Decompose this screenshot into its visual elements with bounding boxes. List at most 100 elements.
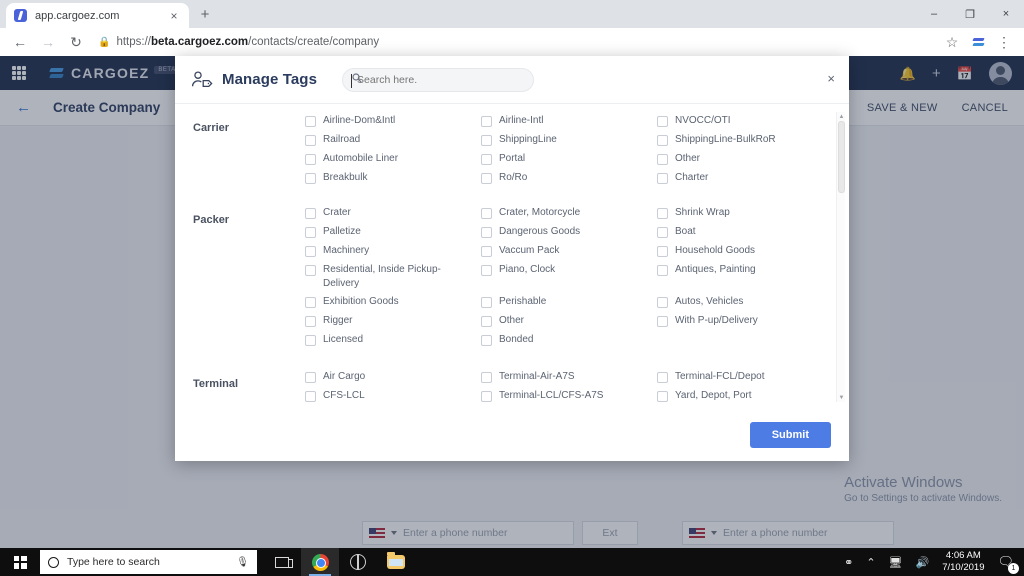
checkbox[interactable] [657, 173, 668, 184]
submit-button[interactable]: Submit [749, 421, 831, 448]
checkbox[interactable] [657, 265, 668, 276]
checkbox[interactable] [657, 297, 668, 308]
checkbox[interactable] [305, 391, 316, 402]
reload-icon[interactable]: ↻ [64, 30, 88, 54]
checkbox[interactable] [305, 372, 316, 383]
bookmark-star-icon[interactable]: ☆ [940, 30, 964, 54]
checkbox-row[interactable]: Perishable [481, 295, 657, 314]
checkbox[interactable] [305, 154, 316, 165]
checkbox[interactable] [657, 135, 668, 146]
checkbox[interactable] [481, 297, 492, 308]
chevron-up-icon[interactable]: ⌃ [866, 556, 875, 569]
checkbox-row[interactable]: Autos, Vehicles [657, 295, 833, 314]
checkbox-row[interactable]: Crater, Motorcycle [481, 206, 657, 225]
checkbox[interactable] [305, 173, 316, 184]
checkbox[interactable] [657, 391, 668, 402]
volume-icon[interactable]: 🔊 [916, 556, 930, 569]
dialog-scrollbar[interactable]: ▲ ▼ [836, 112, 845, 402]
checkbox-row[interactable]: Exhibition Goods [305, 295, 481, 314]
checkbox[interactable] [305, 335, 316, 346]
checkbox[interactable] [481, 246, 492, 257]
checkbox-row[interactable]: Licensed [305, 333, 481, 352]
checkbox[interactable] [481, 116, 492, 127]
start-button[interactable] [0, 548, 40, 576]
checkbox[interactable] [481, 154, 492, 165]
extension-icon[interactable] [966, 30, 990, 54]
checkbox-row[interactable]: Terminal-FCL/Depot [657, 370, 833, 389]
checkbox-row[interactable]: Other [657, 152, 833, 171]
checkbox-row[interactable]: Boat [657, 225, 833, 244]
checkbox-row[interactable]: Bonded [481, 333, 657, 352]
chrome-taskbar-button[interactable] [301, 548, 339, 576]
new-tab-button[interactable]: + [196, 6, 214, 24]
checkbox[interactable] [305, 116, 316, 127]
checkbox[interactable] [305, 246, 316, 257]
checkbox[interactable] [481, 208, 492, 219]
forward-icon[interactable]: → [36, 30, 60, 54]
checkbox-row[interactable]: Vaccum Pack [481, 244, 657, 263]
checkbox[interactable] [481, 227, 492, 238]
back-icon[interactable]: ← [8, 30, 32, 54]
checkbox-row[interactable]: Shrink Wrap [657, 206, 833, 225]
checkbox-row[interactable]: Ro/Ro [481, 171, 657, 190]
checkbox-row[interactable]: Portal [481, 152, 657, 171]
checkbox-row[interactable]: Piano, Clock [481, 263, 657, 282]
checkbox-row[interactable]: Residential, Inside Pickup-Delivery [305, 263, 481, 295]
network-icon[interactable]: 🖥 [889, 556, 903, 569]
checkbox-row[interactable]: Airline-Intl [481, 114, 657, 133]
browser-menu-icon[interactable]: ⋮ [992, 30, 1016, 54]
checkbox-row[interactable]: Palletize [305, 225, 481, 244]
checkbox-row[interactable]: Yard, Depot, Port [657, 389, 833, 408]
checkbox[interactable] [657, 246, 668, 257]
checkbox[interactable] [657, 208, 668, 219]
task-view-button[interactable] [263, 548, 301, 576]
microphone-icon[interactable]: 🎙 [236, 557, 249, 568]
checkbox[interactable] [481, 391, 492, 402]
checkbox-row[interactable]: Breakbulk [305, 171, 481, 190]
checkbox-row[interactable]: Automobile Liner [305, 152, 481, 171]
checkbox-row[interactable]: Air Cargo [305, 370, 481, 389]
checkbox[interactable] [657, 372, 668, 383]
checkbox[interactable] [305, 297, 316, 308]
checkbox-row[interactable]: Machinery [305, 244, 481, 263]
checkbox-row[interactable]: Airline-Dom&Intl [305, 114, 481, 133]
address-bar[interactable]: 🔒 https://beta.cargoez.com/contacts/crea… [98, 32, 940, 52]
checkbox[interactable] [657, 116, 668, 127]
tab-close-icon[interactable]: × [167, 10, 181, 22]
checkbox[interactable] [657, 154, 668, 165]
checkbox[interactable] [481, 372, 492, 383]
browser-taskbar-button[interactable] [339, 548, 377, 576]
checkbox[interactable] [481, 316, 492, 327]
checkbox-row[interactable]: Other [481, 314, 657, 333]
taskbar-search[interactable]: Type here to search 🎙 [40, 550, 257, 574]
checkbox[interactable] [657, 316, 668, 327]
action-center-button[interactable]: 🗨 1 [997, 554, 1019, 574]
checkbox-row[interactable]: CFS-LCL [305, 389, 481, 408]
checkbox-row[interactable]: Household Goods [657, 244, 833, 263]
taskbar-clock[interactable]: 4:06 AM 7/10/2019 [942, 550, 984, 574]
checkbox-row[interactable]: Rigger [305, 314, 481, 333]
checkbox[interactable] [657, 227, 668, 238]
checkbox-row[interactable]: Terminal-Air-A7S [481, 370, 657, 389]
checkbox-row[interactable]: Terminal-LCL/CFS-A7S [481, 389, 657, 408]
checkbox[interactable] [481, 335, 492, 346]
checkbox-row[interactable]: Crater [305, 206, 481, 225]
search-input[interactable] [353, 73, 524, 86]
explorer-taskbar-button[interactable] [377, 548, 415, 576]
search-box[interactable] [342, 67, 535, 92]
checkbox-row[interactable]: Charter [657, 171, 833, 190]
checkbox[interactable] [305, 208, 316, 219]
checkbox[interactable] [481, 135, 492, 146]
checkbox[interactable] [305, 316, 316, 327]
checkbox[interactable] [305, 227, 316, 238]
checkbox[interactable] [481, 173, 492, 184]
window-maximize-button[interactable]: ❐ [952, 0, 988, 28]
checkbox-row[interactable]: Dangerous Goods [481, 225, 657, 244]
scroll-down-icon[interactable]: ▼ [837, 393, 846, 402]
window-minimize-button[interactable]: – [916, 0, 952, 28]
scrollbar-thumb[interactable] [838, 121, 845, 193]
checkbox[interactable] [305, 135, 316, 146]
checkbox[interactable] [481, 265, 492, 276]
checkbox-row[interactable]: ShippingLine [481, 133, 657, 152]
close-icon[interactable]: × [827, 72, 835, 85]
